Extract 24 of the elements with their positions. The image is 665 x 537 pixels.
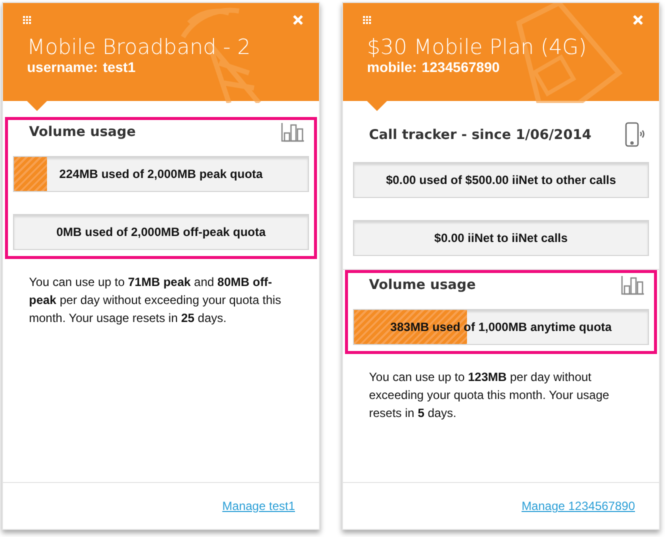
bar-chart-icon[interactable] — [621, 275, 645, 295]
section-title: Call tracker - since 1/06/2014 — [369, 127, 592, 143]
usage-text: 0MB used of 2,000MB off-peak quota — [56, 225, 266, 239]
grid-icon[interactable] — [363, 16, 371, 24]
subtitle-label: username: — [27, 59, 98, 75]
usage-text: $0.00 iiNet to iiNet calls — [434, 231, 568, 245]
card-title: $30 Mobile Plan (4G) — [367, 35, 588, 59]
section-title: Volume usage — [369, 277, 476, 293]
close-icon[interactable] — [293, 15, 303, 25]
usage-note: You can use up to 123MB per day without exceeding your quota this month. Your usage resets in 5 days. — [368, 369, 610, 422]
manage-link[interactable]: Manage test1 — [222, 499, 295, 513]
usage-text: $0.00 used of $500.00 iiNet to other calls — [386, 173, 616, 187]
usage-text: 224MB used of 2,000MB peak quota — [59, 167, 263, 181]
card-title: Mobile Broadband - 2 — [27, 35, 252, 59]
grid-icon[interactable] — [23, 16, 31, 24]
usage-note: You can use up to 71MB peak and 80MB off-peak per day without exceeding your quota this month. Your usage resets in 25 days. — [28, 274, 282, 327]
close-icon[interactable] — [633, 15, 643, 25]
section-title: Volume usage — [29, 124, 136, 140]
bar-chart-icon[interactable] — [281, 122, 305, 142]
subtitle-label: mobile: — [367, 59, 417, 75]
manage-link[interactable]: Manage 1234567890 — [522, 499, 635, 513]
phone-icon[interactable] — [625, 122, 645, 148]
subtitle-value: 1234567890 — [422, 59, 500, 75]
subtitle-value: test1 — [102, 59, 136, 75]
